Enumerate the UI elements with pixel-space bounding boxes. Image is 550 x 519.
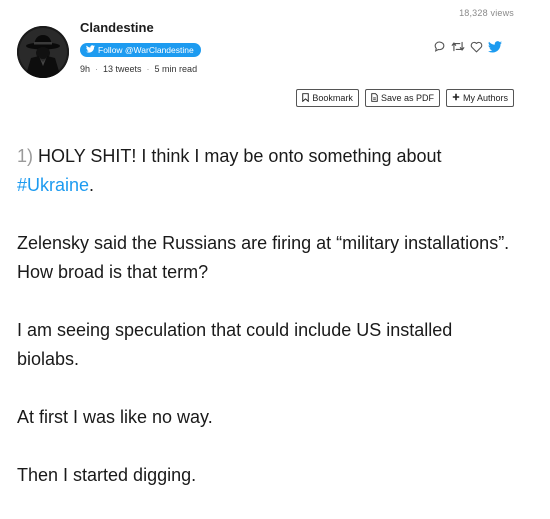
avatar-image <box>17 26 69 78</box>
my-authors-button[interactable]: My Authors <box>445 89 514 107</box>
save-pdf-label: Save as PDF <box>380 93 434 103</box>
tweet-paragraph: I am seeing speculation that could inclu… <box>17 320 453 369</box>
tweet-paragraph: Zelensky said the Russians are firing at… <box>17 233 510 282</box>
twitter-bird-icon <box>86 43 95 57</box>
posted-time: 9h <box>80 64 91 74</box>
thread-toolbar: Bookmark Save as PDF My Authors <box>296 89 514 107</box>
tweet-count: 13 tweets <box>103 64 142 74</box>
meta-separator: · <box>146 64 150 74</box>
meta-separator: · <box>95 64 99 74</box>
twitter-bird-icon[interactable] <box>488 40 502 53</box>
tweet-paragraph: Then I started digging. <box>17 465 197 485</box>
tweet-number: 1) <box>17 146 34 166</box>
tweet-actions <box>433 40 502 53</box>
follow-label: Follow @WarClandestine <box>98 45 194 55</box>
tweet-paragraph: At first I was like no way. <box>17 407 213 427</box>
bookmark-icon <box>302 92 310 104</box>
bookmark-button[interactable]: Bookmark <box>296 89 359 107</box>
plus-icon <box>452 93 460 103</box>
thread-content: 1) HOLY SHIT! I think I may be onto some… <box>17 142 517 519</box>
author-avatar[interactable] <box>17 26 69 78</box>
tweet-paragraph: 1) HOLY SHIT! I think I may be onto some… <box>17 142 517 200</box>
pdf-file-icon <box>371 92 378 104</box>
follow-button[interactable]: Follow @WarClandestine <box>80 43 201 57</box>
read-time: 5 min read <box>154 64 198 74</box>
hashtag-link[interactable]: #Ukraine <box>17 175 89 195</box>
tweet-text: . <box>89 175 95 195</box>
view-count: 18,328 views <box>459 8 514 18</box>
tweet-text: HOLY SHIT! I think I may be onto somethi… <box>33 146 442 166</box>
heart-icon[interactable] <box>470 41 483 53</box>
save-pdf-button[interactable]: Save as PDF <box>364 89 440 107</box>
retweet-icon[interactable] <box>451 40 465 53</box>
author-name[interactable]: Clandestine <box>80 20 154 35</box>
reply-icon[interactable] <box>433 40 446 53</box>
bookmark-label: Bookmark <box>312 93 353 103</box>
thread-meta: 9h · 13 tweets · 5 min read <box>80 64 197 74</box>
my-authors-label: My Authors <box>462 93 508 103</box>
